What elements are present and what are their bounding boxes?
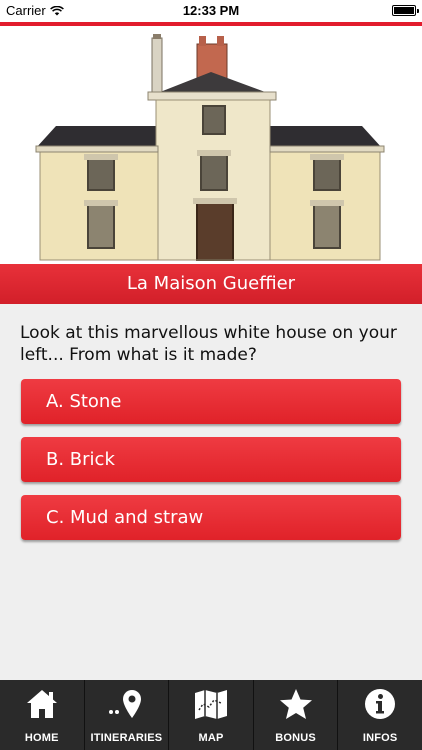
answer-option-b[interactable]: B. Brick bbox=[21, 437, 401, 482]
tab-map[interactable]: MAP bbox=[169, 680, 254, 750]
tab-bonus[interactable]: BONUS bbox=[254, 680, 339, 750]
answer-option-a[interactable]: A. Stone bbox=[21, 379, 401, 424]
status-bar: Carrier 12:33 PM bbox=[0, 0, 422, 22]
tab-map-label: MAP bbox=[198, 732, 224, 744]
map-icon bbox=[194, 690, 227, 719]
tab-bar: HOME ITINERARIES MAP BONUS INFOS bbox=[0, 680, 422, 750]
tab-itineraries[interactable]: ITINERARIES bbox=[85, 680, 170, 750]
home-icon bbox=[26, 690, 57, 718]
tab-itineraries-label: ITINERARIES bbox=[90, 732, 163, 744]
map-pin-icon bbox=[109, 690, 142, 718]
info-icon bbox=[365, 689, 396, 719]
answer-option-c[interactable]: C. Mud and straw bbox=[21, 495, 401, 540]
clock: 12:33 PM bbox=[182, 3, 240, 18]
battery-icon bbox=[392, 5, 419, 16]
tab-home-label: HOME bbox=[24, 732, 59, 744]
star-icon bbox=[279, 689, 312, 719]
tab-infos[interactable]: INFOS bbox=[338, 680, 422, 750]
page-title: La Maison Gueffier bbox=[0, 264, 422, 304]
tab-infos-label: INFOS bbox=[362, 732, 398, 744]
quiz-question: Look at this marvellous white house on y… bbox=[20, 323, 397, 365]
tab-bonus-label: BONUS bbox=[275, 732, 316, 744]
tab-home[interactable]: HOME bbox=[0, 680, 85, 750]
house-illustration bbox=[0, 26, 422, 264]
